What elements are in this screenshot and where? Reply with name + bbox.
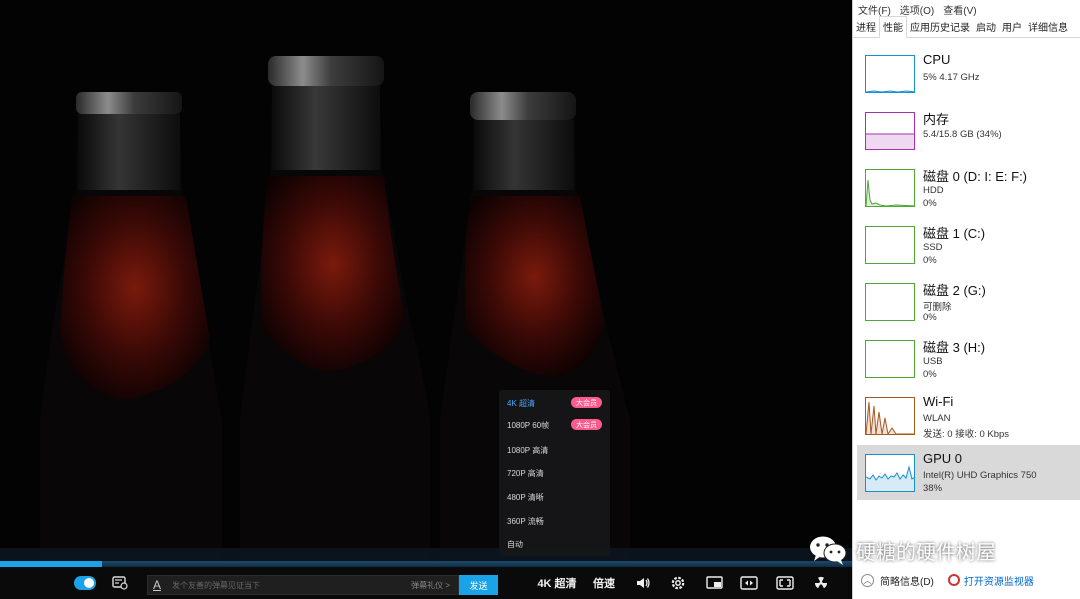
resource-monitor-link[interactable]: 打开资源监视器 xyxy=(964,573,1034,588)
item-title: 磁盘 3 (H:) xyxy=(923,340,986,355)
item-usage: 38% xyxy=(923,483,943,494)
menu-item[interactable]: 选项(O) xyxy=(900,2,934,17)
performance-item[interactable]: 磁盘 2 (G:) 可删除 0% xyxy=(857,274,1080,329)
item-title: 内存 xyxy=(923,112,950,127)
menu-item[interactable]: 查看(V) xyxy=(943,2,976,17)
quality-option[interactable]: 自动 xyxy=(507,537,523,551)
quality-option[interactable]: 480P 清晰 xyxy=(507,490,544,504)
item-detail: SSD xyxy=(923,242,943,253)
danmu-input[interactable]: A 发个友善的弹幕见证当下 弹幕礼仪 > xyxy=(147,575,459,595)
danmu-placeholder: 发个友善的弹幕见证当下 xyxy=(172,581,260,590)
tab-bar: 进程 性能 应用历史记录 启动 用户 详细信息 xyxy=(853,16,1080,38)
volume-icon[interactable] xyxy=(633,567,653,599)
quality-option[interactable]: 4K 超清 xyxy=(507,396,535,410)
performance-item[interactable]: 磁盘 1 (C:) SSD 0% xyxy=(857,217,1080,272)
item-usage: 0% xyxy=(923,312,937,323)
task-manager-window: 文件(F) 选项(O) 查看(V) 进程 性能 应用历史记录 启动 用户 详细信息 CPU 5%… xyxy=(852,0,1080,599)
chevron-up-icon[interactable]: ︿ xyxy=(861,573,874,587)
video-player[interactable]: 4K 超清 大会员 1080P 60帧 大会员 1080P 高清 720P 高清 480P … xyxy=(0,0,852,599)
vip-badge: 大会员 xyxy=(571,397,602,408)
item-usage: 0% xyxy=(923,255,937,266)
item-usage: 发送: 0 接收: 0 Kbps xyxy=(923,429,1010,440)
usage-graph xyxy=(865,283,915,321)
tab[interactable]: 用户 xyxy=(999,19,1025,37)
quality-button[interactable]: 4K 超清 xyxy=(534,567,580,599)
item-title: 磁盘 2 (G:) xyxy=(923,283,986,298)
speed-button[interactable]: 倍速 xyxy=(590,567,618,599)
quality-menu: 4K 超清 大会员 1080P 60帧 大会员 1080P 高清 720P 高清 480P … xyxy=(499,390,610,556)
resource-monitor-icon xyxy=(947,574,960,586)
item-title: Wi-Fi xyxy=(923,394,954,409)
item-detail: 5% 4.17 GHz xyxy=(923,72,980,83)
tab[interactable]: 启动 xyxy=(973,19,999,37)
item-detail: HDD xyxy=(923,185,944,196)
quality-option[interactable]: 1080P 60帧 xyxy=(507,418,549,432)
usage-graph xyxy=(865,226,915,264)
fullscreen-radiation-icon[interactable] xyxy=(810,567,832,599)
widescreen-icon[interactable] xyxy=(738,567,760,599)
tab[interactable]: 应用历史记录 xyxy=(907,19,973,37)
danmu-toggle[interactable] xyxy=(74,576,96,590)
quality-option[interactable]: 720P 高清 xyxy=(507,466,544,480)
item-title: CPU xyxy=(923,52,951,67)
usage-graph xyxy=(865,397,915,435)
watermark: 硬糖的硬件树屋 xyxy=(808,534,996,566)
wechat-logo-icon xyxy=(810,536,847,565)
watermark-text: 硬糖的硬件树屋 xyxy=(856,541,996,564)
usage-graph xyxy=(865,454,915,492)
danmu-settings-icon[interactable] xyxy=(110,567,130,599)
pip-icon[interactable] xyxy=(704,567,726,599)
tab[interactable]: 性能 xyxy=(879,16,907,38)
send-button[interactable]: 发送 xyxy=(459,575,498,595)
control-bar: A 发个友善的弹幕见证当下 弹幕礼仪 > 发送 4K 超清 倍速 xyxy=(0,567,852,599)
usage-graph xyxy=(865,169,915,207)
fewer-details-link[interactable]: 简略信息(D) xyxy=(880,573,934,588)
quality-option[interactable]: 360P 流畅 xyxy=(507,514,544,528)
vip-badge: 大会员 xyxy=(571,419,602,430)
item-detail: USB xyxy=(923,356,943,367)
performance-item[interactable]: Wi-Fi WLAN 发送: 0 接收: 0 Kbps xyxy=(857,388,1080,443)
quality-option[interactable]: 1080P 高清 xyxy=(507,443,548,457)
item-title: 磁盘 0 (D: I: E: F:) xyxy=(923,169,1028,184)
performance-item[interactable]: 磁盘 3 (H:) USB 0% xyxy=(857,331,1080,386)
usage-graph xyxy=(865,340,915,378)
footer-bar: ︿ 简略信息(D) 打开资源监视器 xyxy=(853,568,1080,592)
menu-item[interactable]: 文件(F) xyxy=(858,2,891,17)
item-detail: Intel(R) UHD Graphics 750 xyxy=(923,470,1037,481)
usage-graph xyxy=(865,112,915,150)
tab[interactable]: 详细信息 xyxy=(1025,19,1071,37)
item-usage: 0% xyxy=(923,369,937,380)
performance-item[interactable]: 磁盘 0 (D: I: E: F:) HDD 0% xyxy=(857,160,1080,215)
item-title: 磁盘 1 (C:) xyxy=(923,226,986,241)
screen: 4K 超清 大会员 1080P 60帧 大会员 1080P 高清 720P 高清 480P … xyxy=(0,0,1080,599)
item-title: GPU 0 xyxy=(923,451,963,466)
performance-item[interactable]: GPU 0 Intel(R) UHD Graphics 750 38% xyxy=(857,445,1080,500)
performance-item[interactable]: CPU 5% 4.17 GHz xyxy=(857,46,1080,101)
usage-graph xyxy=(865,55,915,93)
item-detail: WLAN xyxy=(923,413,951,424)
danmu-etiquette-link[interactable]: 弹幕礼仪 > xyxy=(411,580,450,591)
performance-item[interactable]: 内存 5.4/15.8 GB (34%) xyxy=(857,103,1080,158)
item-detail: 5.4/15.8 GB (34%) xyxy=(923,129,1002,140)
video-frame xyxy=(0,0,852,599)
web-fullscreen-icon[interactable] xyxy=(774,567,796,599)
item-detail: 可删除 xyxy=(923,302,952,313)
danmu-style-icon[interactable]: A xyxy=(153,578,161,592)
settings-gear-icon[interactable] xyxy=(668,567,688,599)
item-usage: 0% xyxy=(923,198,937,209)
tab[interactable]: 进程 xyxy=(853,19,879,37)
